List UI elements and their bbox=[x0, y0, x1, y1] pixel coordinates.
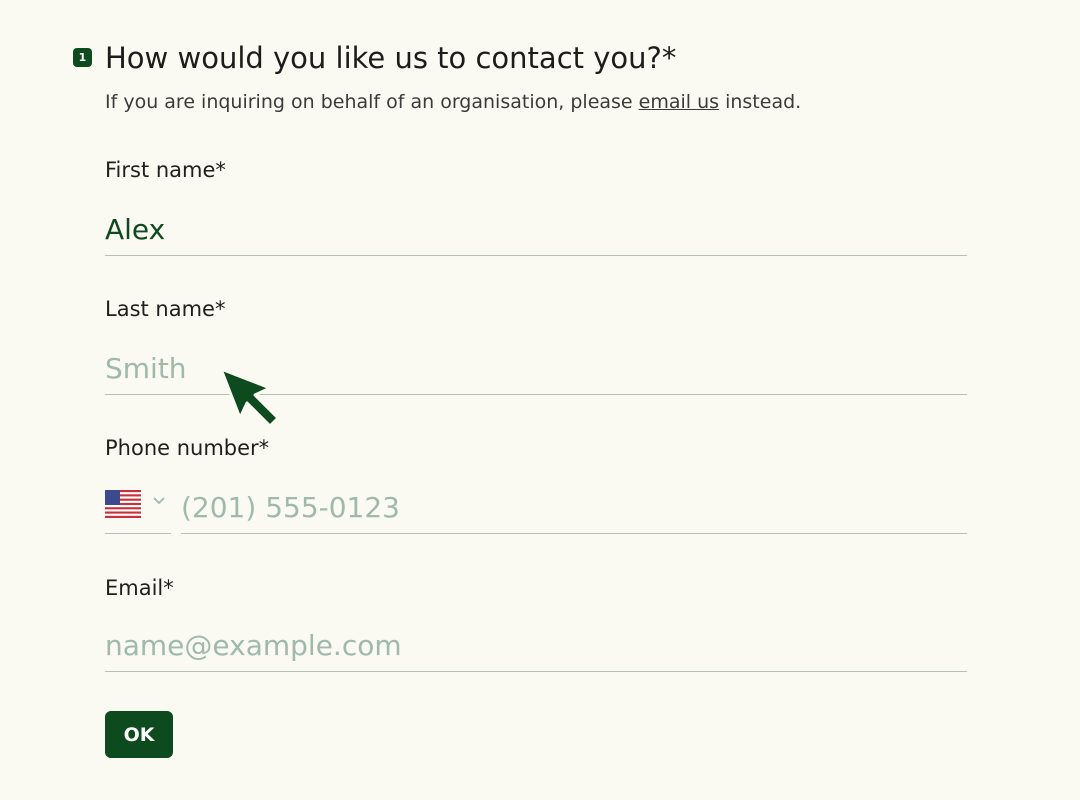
ok-button[interactable]: OK bbox=[105, 711, 173, 758]
email-label: Email* bbox=[105, 576, 174, 600]
mouse-pointer-icon bbox=[219, 367, 280, 428]
question-subtitle: If you are inquiring on behalf of an org… bbox=[105, 89, 801, 115]
chevron-down-icon bbox=[153, 497, 165, 505]
contact-form: 1 How would you like us to contact you?*… bbox=[0, 0, 1080, 800]
subtitle-text-before: If you are inquiring on behalf of an org… bbox=[105, 91, 639, 113]
question-number-badge: 1 bbox=[73, 48, 92, 67]
email-input[interactable] bbox=[105, 620, 967, 672]
subtitle-text-after: instead. bbox=[719, 91, 802, 113]
phone-number-label: Phone number* bbox=[105, 436, 270, 460]
first-name-label: First name* bbox=[105, 158, 226, 182]
email-us-link[interactable]: email us bbox=[639, 91, 719, 113]
phone-number-input[interactable] bbox=[181, 482, 967, 534]
us-flag-icon bbox=[105, 490, 141, 518]
question-title: How would you like us to contact you?* bbox=[105, 41, 677, 75]
first-name-input[interactable] bbox=[105, 204, 967, 256]
country-code-dropdown[interactable] bbox=[105, 482, 171, 534]
last-name-label: Last name* bbox=[105, 297, 226, 321]
